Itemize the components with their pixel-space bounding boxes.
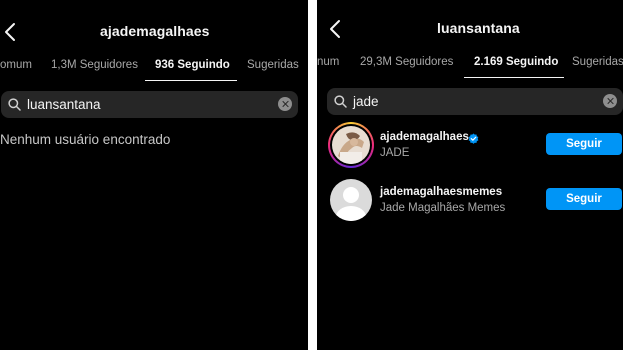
profile-title: ajademagalhaes (100, 23, 210, 39)
left-screenshot: ajademagalhaes omum 1,3M Seguidores 936 … (0, 0, 308, 350)
no-results-message: Nenhum usuário encontrado (0, 132, 171, 147)
result-username[interactable]: ajademagalhaes (380, 131, 469, 143)
follow-button[interactable]: Seguir (546, 188, 622, 210)
clear-search-icon[interactable] (603, 94, 617, 108)
tab-sugeridas[interactable]: Sugeridas (247, 59, 299, 71)
tab-seguindo[interactable]: 936 Seguindo (155, 59, 230, 71)
profile-photo-icon (332, 126, 370, 164)
right-screenshot: luansantana num 29,3M Seguidores 2.169 S… (317, 0, 623, 350)
search-query[interactable]: luansantana (27, 97, 101, 112)
back-arrow-icon[interactable] (328, 19, 342, 39)
tab-em-comum[interactable]: omum (0, 59, 32, 71)
story-ring[interactable] (328, 122, 374, 168)
follow-button[interactable]: Seguir (546, 133, 622, 155)
back-arrow-icon[interactable] (3, 22, 17, 42)
result-full-name: JADE (380, 147, 410, 159)
search-icon (8, 98, 21, 111)
tab-em-comum[interactable]: num (317, 56, 339, 68)
default-avatar-icon[interactable] (330, 179, 372, 221)
verified-badge-icon (468, 133, 479, 144)
active-tab-indicator (464, 77, 564, 78)
tab-seguindo[interactable]: 2.169 Seguindo (474, 56, 558, 68)
result-full-name: Jade Magalhães Memes (380, 202, 506, 214)
search-query[interactable]: jade (353, 94, 379, 109)
result-username[interactable]: jademagalhaesmemes (380, 186, 502, 198)
active-tab-indicator (145, 80, 237, 81)
search-input[interactable]: jade (327, 88, 623, 115)
search-input[interactable]: luansantana (1, 91, 298, 118)
search-icon (334, 95, 347, 108)
tab-sugeridas[interactable]: Sugeridas (572, 56, 623, 68)
tab-seguidores[interactable]: 29,3M Seguidores (360, 56, 453, 68)
profile-title: luansantana (437, 20, 520, 36)
clear-search-icon[interactable] (278, 97, 292, 111)
tab-seguidores[interactable]: 1,3M Seguidores (51, 59, 138, 71)
